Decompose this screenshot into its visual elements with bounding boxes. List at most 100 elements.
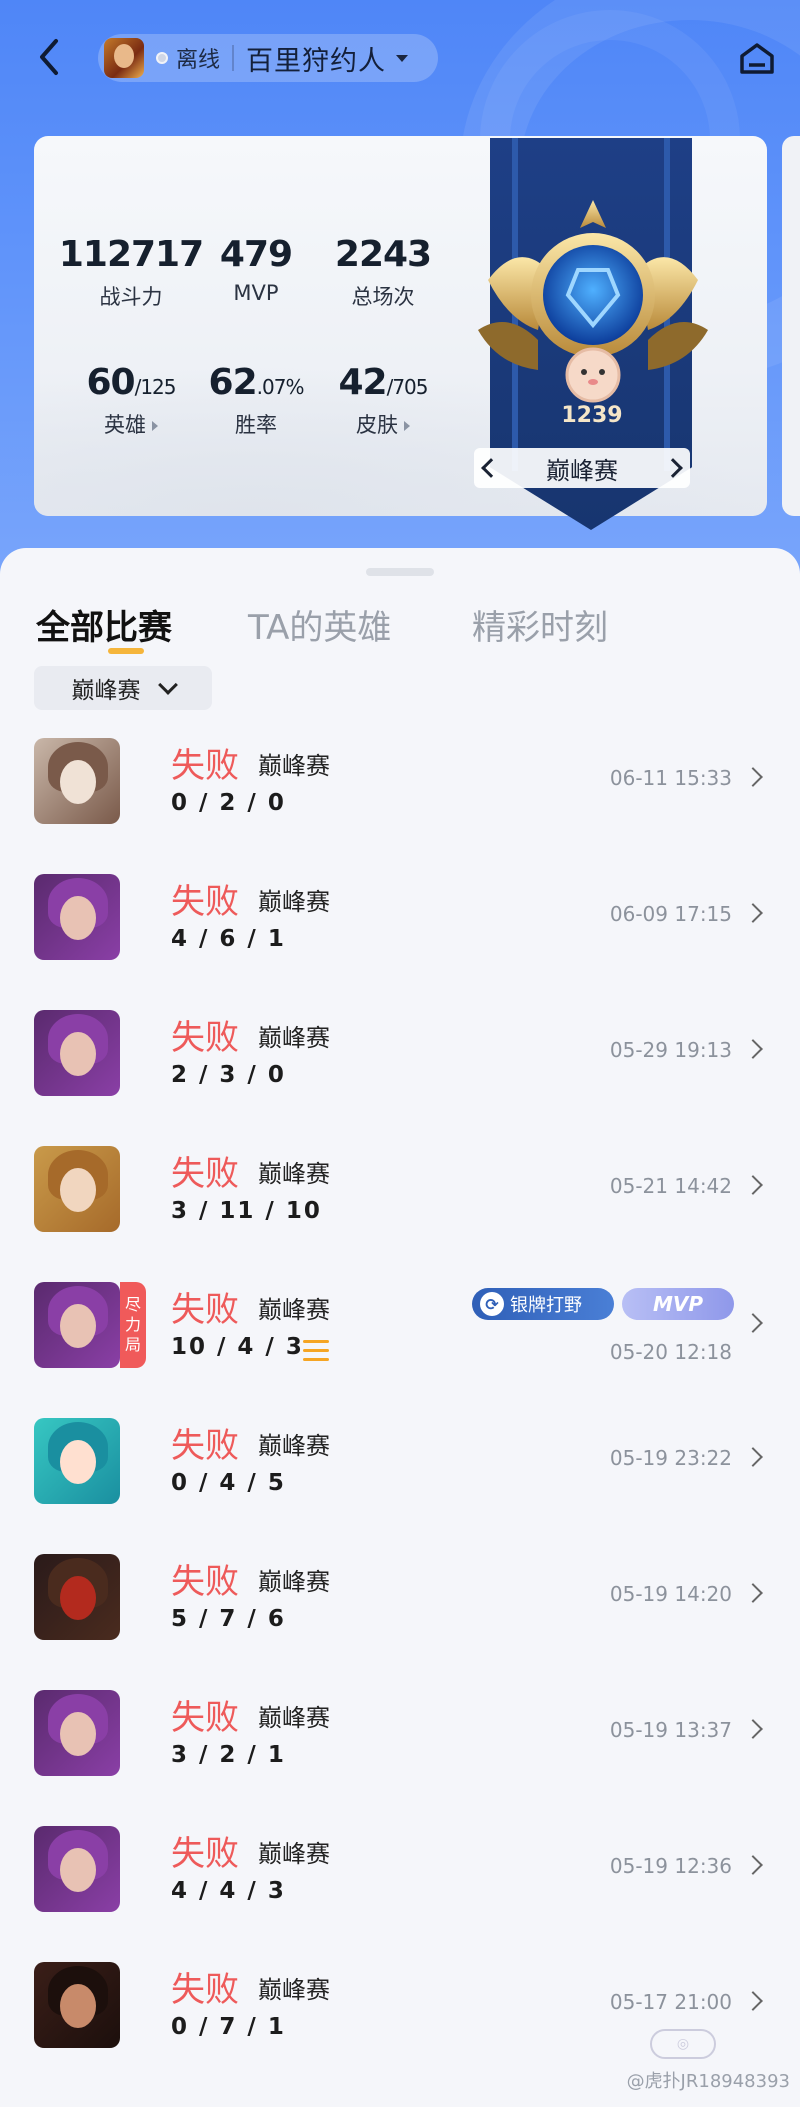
stat-value: 42 xyxy=(338,362,387,403)
arrow-right-icon xyxy=(152,421,158,431)
tab-highlights[interactable]: 精彩时刻 xyxy=(472,600,608,649)
online-status: 离线 xyxy=(176,48,221,73)
match-row[interactable]: 失败 巅峰赛 4 / 4 / 3 05-19 12:36 xyxy=(0,1826,800,1946)
hero-avatar xyxy=(34,1962,120,2048)
hero-avatar xyxy=(34,874,120,960)
tab-all-matches[interactable]: 全部比赛 xyxy=(36,600,172,649)
match-mode: 巅峰赛 xyxy=(258,1024,330,1052)
role-tag-badge: ⟳ 银牌打野 xyxy=(472,1288,614,1320)
match-history-panel: 全部比赛 TA的英雄 精彩时刻 巅峰赛 失败 巅峰赛 0 / 2 / 0 06-11 … xyxy=(0,548,800,2107)
match-time: 05-29 19:13 xyxy=(609,1038,732,1062)
stat-total-matches: 2243 总场次 xyxy=(308,234,458,311)
match-time: 05-17 21:00 xyxy=(609,1990,732,2014)
mvp-label: MVP xyxy=(652,1292,704,1316)
hero-avatar xyxy=(34,1418,120,1504)
match-row[interactable]: 失败 巅峰赛 0 / 4 / 5 05-19 23:22 xyxy=(0,1418,800,1538)
stat-value-total: /705 xyxy=(386,375,429,399)
match-row[interactable]: 失败 巅峰赛 4 / 6 / 1 06-09 17:15 xyxy=(0,874,800,994)
rank-score: 1239 xyxy=(561,403,623,428)
caret-down-icon xyxy=(396,54,409,62)
match-kda: 4 / 4 / 3 xyxy=(171,1878,286,1904)
match-time: 05-19 13:37 xyxy=(609,1718,732,1742)
match-time: 05-20 12:18 xyxy=(609,1340,732,1364)
watermark-text: @虎扑JR18948393 xyxy=(626,2071,790,2092)
stat-value-decimal: .07% xyxy=(256,375,305,399)
match-kda: 3 / 2 / 1 xyxy=(171,1742,286,1768)
match-row[interactable]: 失败 巅峰赛 5 / 7 / 6 05-19 14:20 xyxy=(0,1554,800,1674)
mode-filter-dropdown[interactable]: 巅峰赛 xyxy=(34,666,212,710)
match-row[interactable]: 失败 巅峰赛 0 / 7 / 1 05-17 21:00 xyxy=(0,1962,800,2082)
stat-label: 英雄 xyxy=(104,413,146,437)
app-logo-watermark: ◎ xyxy=(650,2029,716,2059)
chevron-right-icon xyxy=(743,1313,763,1333)
match-mode: 巅峰赛 xyxy=(258,1704,330,1732)
chevron-right-icon xyxy=(743,1039,763,1059)
chevron-right-icon xyxy=(743,903,763,923)
match-result: 失败 xyxy=(171,1562,239,1602)
rank-mode-label: 巅峰赛 xyxy=(546,456,618,485)
mvp-badge: MVP xyxy=(622,1288,734,1320)
effort-badge: 尽力局 xyxy=(120,1282,146,1368)
match-time: 05-19 14:20 xyxy=(609,1582,732,1606)
role-selector[interactable]: 离线 百里狩约人 xyxy=(98,34,438,82)
match-result: 失败 xyxy=(171,1426,239,1466)
stat-label: 总场次 xyxy=(351,285,415,309)
match-time: 06-09 17:15 xyxy=(609,902,732,926)
chevron-right-icon xyxy=(743,1991,763,2011)
match-kda: 5 / 7 / 6 xyxy=(171,1606,286,1632)
match-result: 失败 xyxy=(171,746,239,786)
match-result: 失败 xyxy=(171,1698,239,1738)
match-kda: 2 / 3 / 0 xyxy=(171,1062,286,1088)
tab-their-heroes[interactable]: TA的英雄 xyxy=(248,600,391,649)
stat-value: 60 xyxy=(86,362,135,403)
chevron-right-icon xyxy=(743,1719,763,1739)
match-kda: 0 / 2 / 0 xyxy=(171,790,286,816)
match-row[interactable]: 尽力局失败 巅峰赛 10 / 4 / 3 ⟳ 银牌打野 MVP 05-20 12:18 xyxy=(0,1282,800,1402)
match-mode: 巅峰赛 xyxy=(258,1840,330,1868)
match-mode: 巅峰赛 xyxy=(258,1568,330,1596)
match-row[interactable]: 失败 巅峰赛 3 / 11 / 10 05-21 14:42 xyxy=(0,1146,800,1266)
match-mode: 巅峰赛 xyxy=(258,1160,330,1188)
match-time: 05-19 12:36 xyxy=(609,1854,732,1878)
match-mode: 巅峰赛 xyxy=(258,1976,330,2004)
jungle-icon: ⟳ xyxy=(480,1292,504,1316)
hero-avatar xyxy=(34,1282,120,1368)
match-result: 失败 xyxy=(171,882,239,922)
stat-value-total: /125 xyxy=(134,375,177,399)
top-bar: 离线 百里狩约人 xyxy=(0,30,800,86)
match-row[interactable]: 失败 巅峰赛 3 / 2 / 1 05-19 13:37 xyxy=(0,1690,800,1810)
role-name: 百里狩约人 xyxy=(246,45,387,77)
stat-value: 62 xyxy=(208,362,258,403)
hero-avatar xyxy=(34,1826,120,1912)
detail-menu-icon[interactable] xyxy=(303,1340,329,1362)
match-result: 失败 xyxy=(171,1834,239,1874)
match-row[interactable]: 失败 巅峰赛 0 / 2 / 0 06-11 15:33 xyxy=(0,738,800,858)
stat-skins[interactable]: 42/705 皮肤 xyxy=(308,362,458,439)
chevron-right-icon xyxy=(743,767,763,787)
home-button[interactable] xyxy=(734,38,780,78)
chevron-right-icon xyxy=(743,1583,763,1603)
arrow-right-icon xyxy=(404,421,410,431)
chevron-right-icon xyxy=(743,1855,763,1875)
stat-label: 皮肤 xyxy=(356,413,398,437)
match-result: 失败 xyxy=(171,1290,239,1330)
role-tag-label: 银牌打野 xyxy=(510,1295,582,1316)
hero-avatar xyxy=(34,1010,120,1096)
drag-handle[interactable] xyxy=(366,568,434,576)
chevron-left-icon[interactable] xyxy=(481,458,501,478)
chevron-down-icon xyxy=(157,675,178,695)
match-mode: 巅峰赛 xyxy=(258,1432,330,1460)
hero-avatar xyxy=(34,1554,120,1640)
chevron-right-icon xyxy=(743,1447,763,1467)
match-row[interactable]: 失败 巅峰赛 2 / 3 / 0 05-29 19:13 xyxy=(0,1010,800,1130)
match-result: 失败 xyxy=(171,1018,239,1058)
match-kda: 0 / 7 / 1 xyxy=(171,2014,286,2040)
match-time: 05-21 14:42 xyxy=(609,1174,732,1198)
filter-label: 巅峰赛 xyxy=(71,678,141,704)
tab-indicator xyxy=(108,648,144,654)
chevron-right-icon[interactable] xyxy=(663,458,683,478)
hero-avatar xyxy=(34,1690,120,1776)
match-kda: 0 / 4 / 5 xyxy=(171,1470,286,1496)
back-arrow-icon xyxy=(40,39,58,75)
back-button[interactable] xyxy=(26,34,72,80)
